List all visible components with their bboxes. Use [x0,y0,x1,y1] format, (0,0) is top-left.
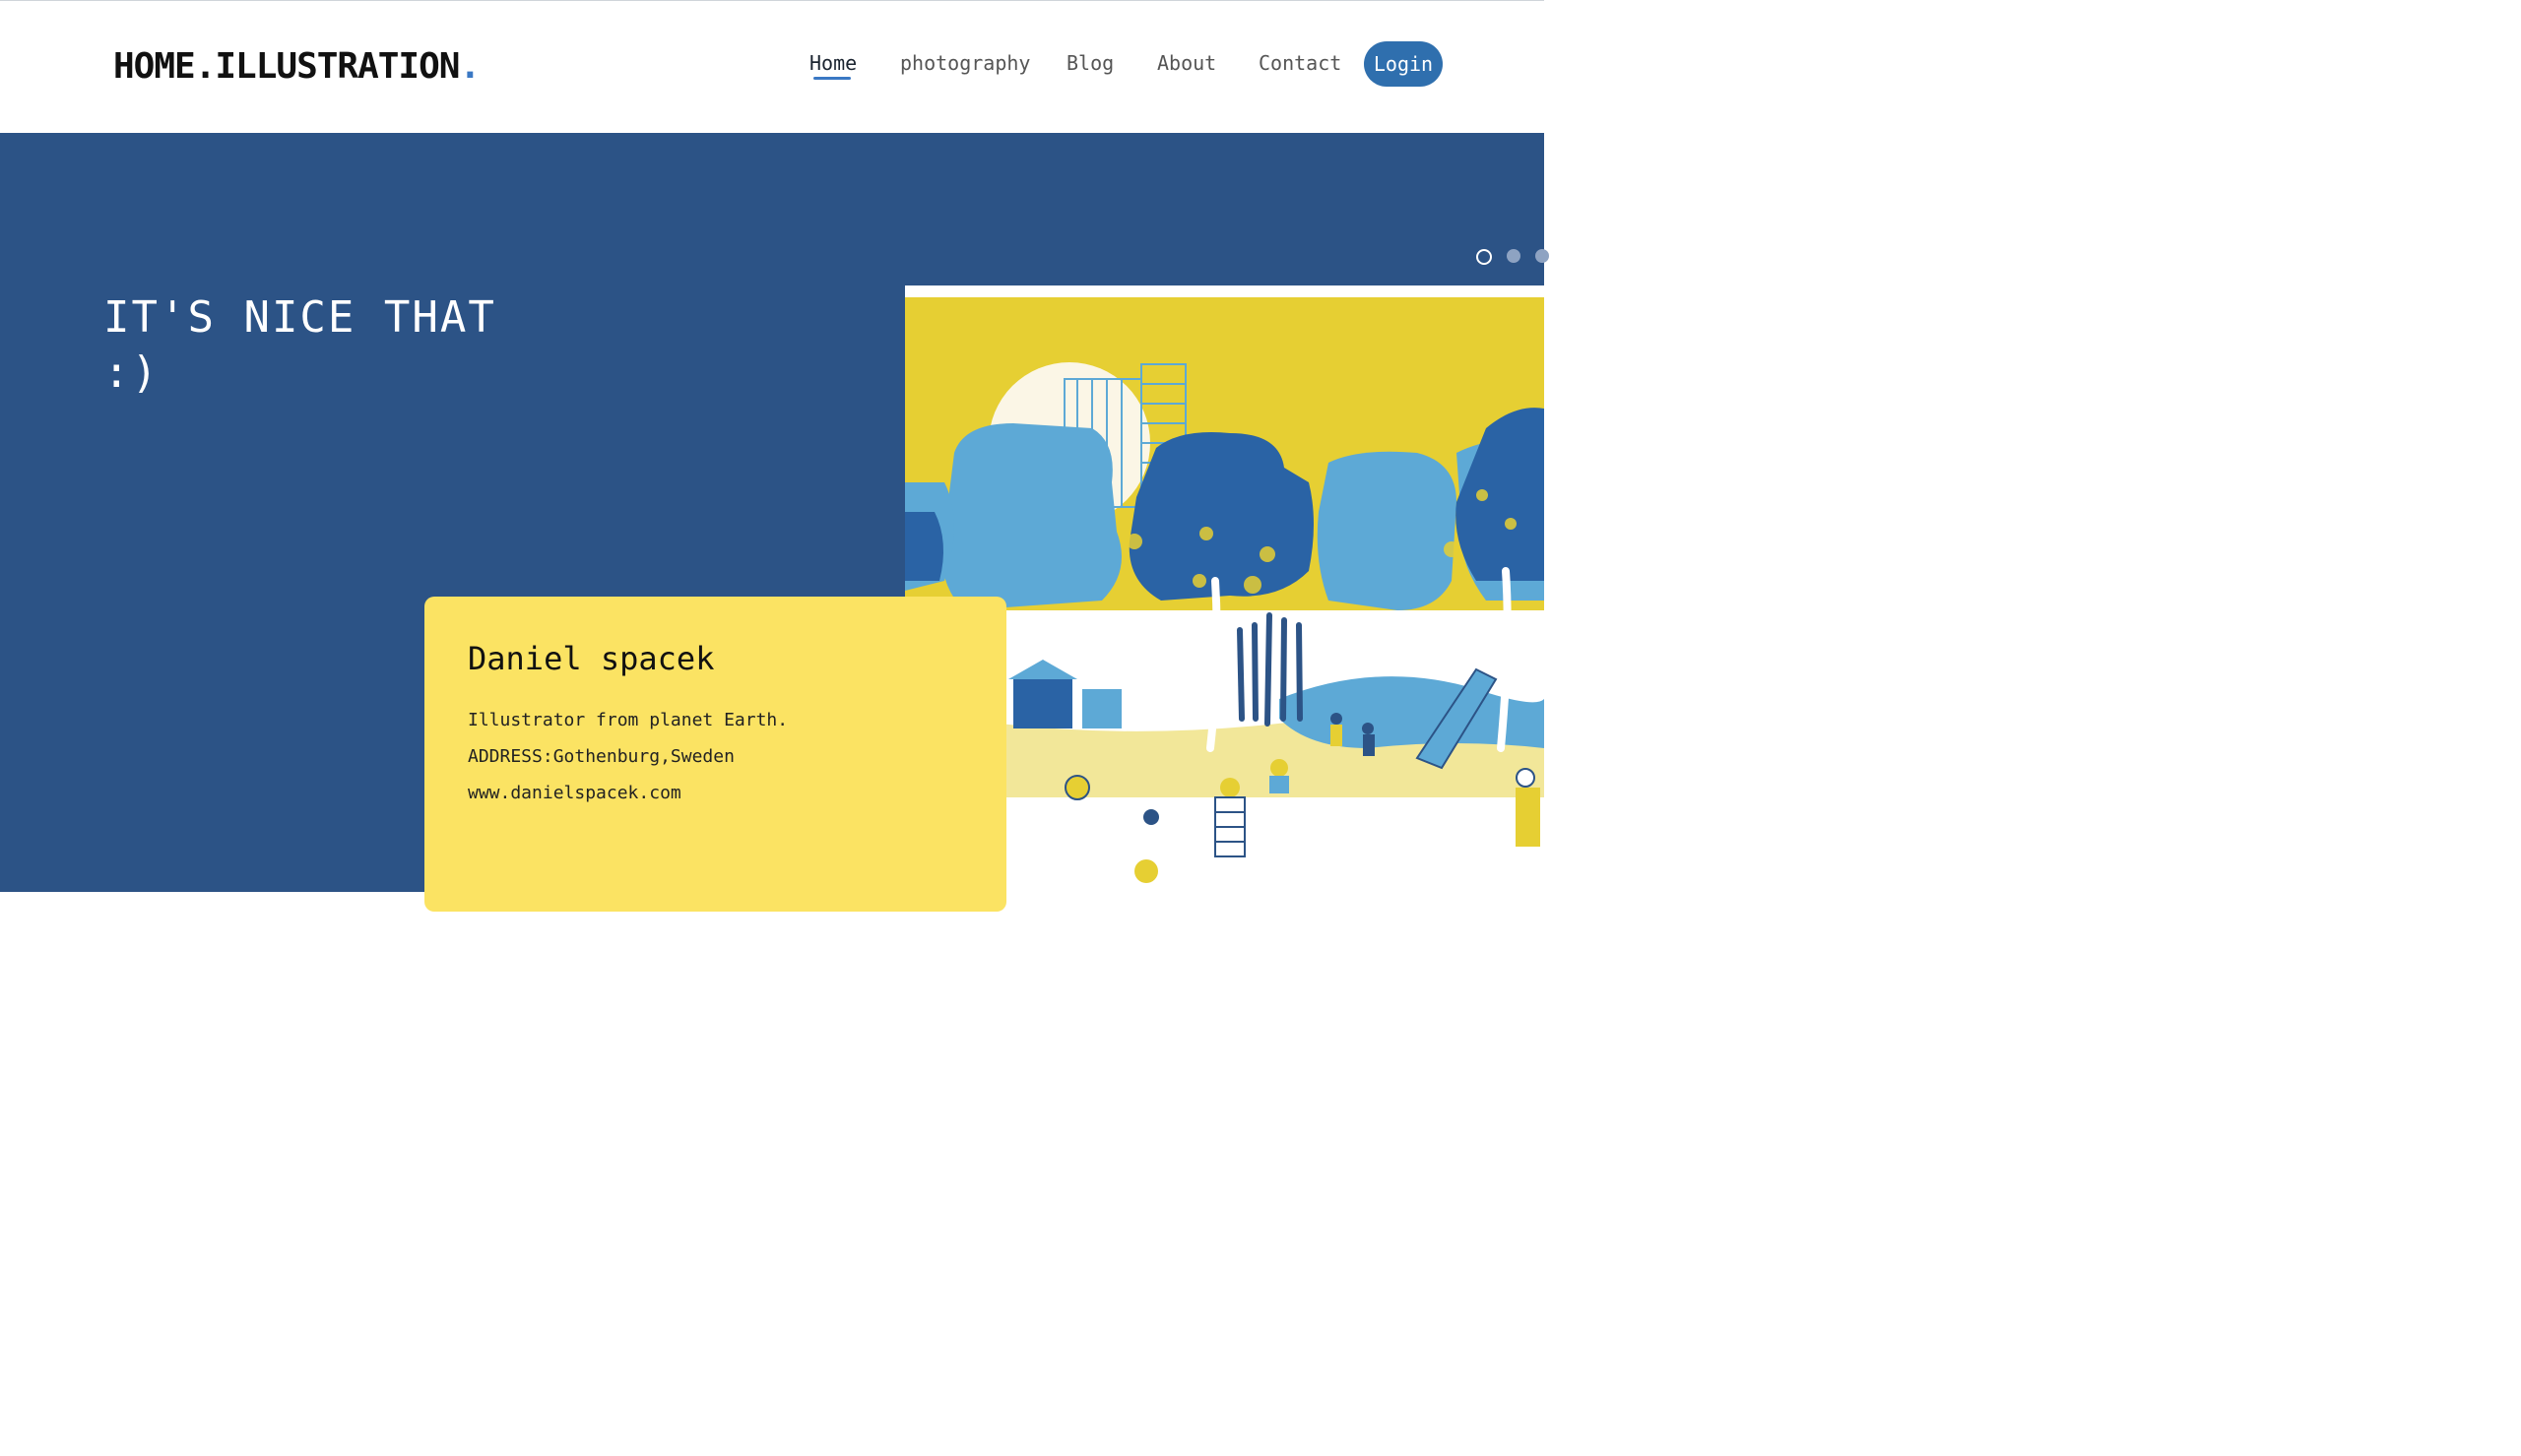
main-nav: Home photography Blog About Contact Logi… [0,40,1544,90]
carousel-dot-3[interactable] [1535,249,1549,263]
profile-tagline: Illustrator from planet Earth. [468,710,789,730]
profile-address: ADDRESS:Gothenburg,Sweden [468,746,735,767]
carousel-dots [1476,249,1555,265]
carousel-dot-2[interactable] [1507,249,1520,263]
nav-contact[interactable]: Contact [1259,51,1341,75]
login-button[interactable]: Login [1364,41,1443,87]
profile-card: Daniel spacek Illustrator from planet Ea… [424,597,1006,912]
carousel-dot-1[interactable] [1476,249,1492,265]
nav-home[interactable]: Home [809,51,857,75]
nav-about[interactable]: About [1157,51,1216,75]
hero-title: IT'S NICE THAT :) [103,292,496,398]
site-header: HOME.ILLUSTRATION. Home photography Blog… [0,1,1544,133]
hero-section: IT'S NICE THAT :) Daniel spacek Illustra… [0,133,1549,912]
profile-name: Daniel spacek [468,640,715,677]
profile-website-link[interactable]: www.danielspacek.com [468,783,681,803]
nav-blog[interactable]: Blog [1067,51,1114,75]
nav-active-indicator [813,77,851,80]
nav-photography[interactable]: photography [900,51,1030,75]
